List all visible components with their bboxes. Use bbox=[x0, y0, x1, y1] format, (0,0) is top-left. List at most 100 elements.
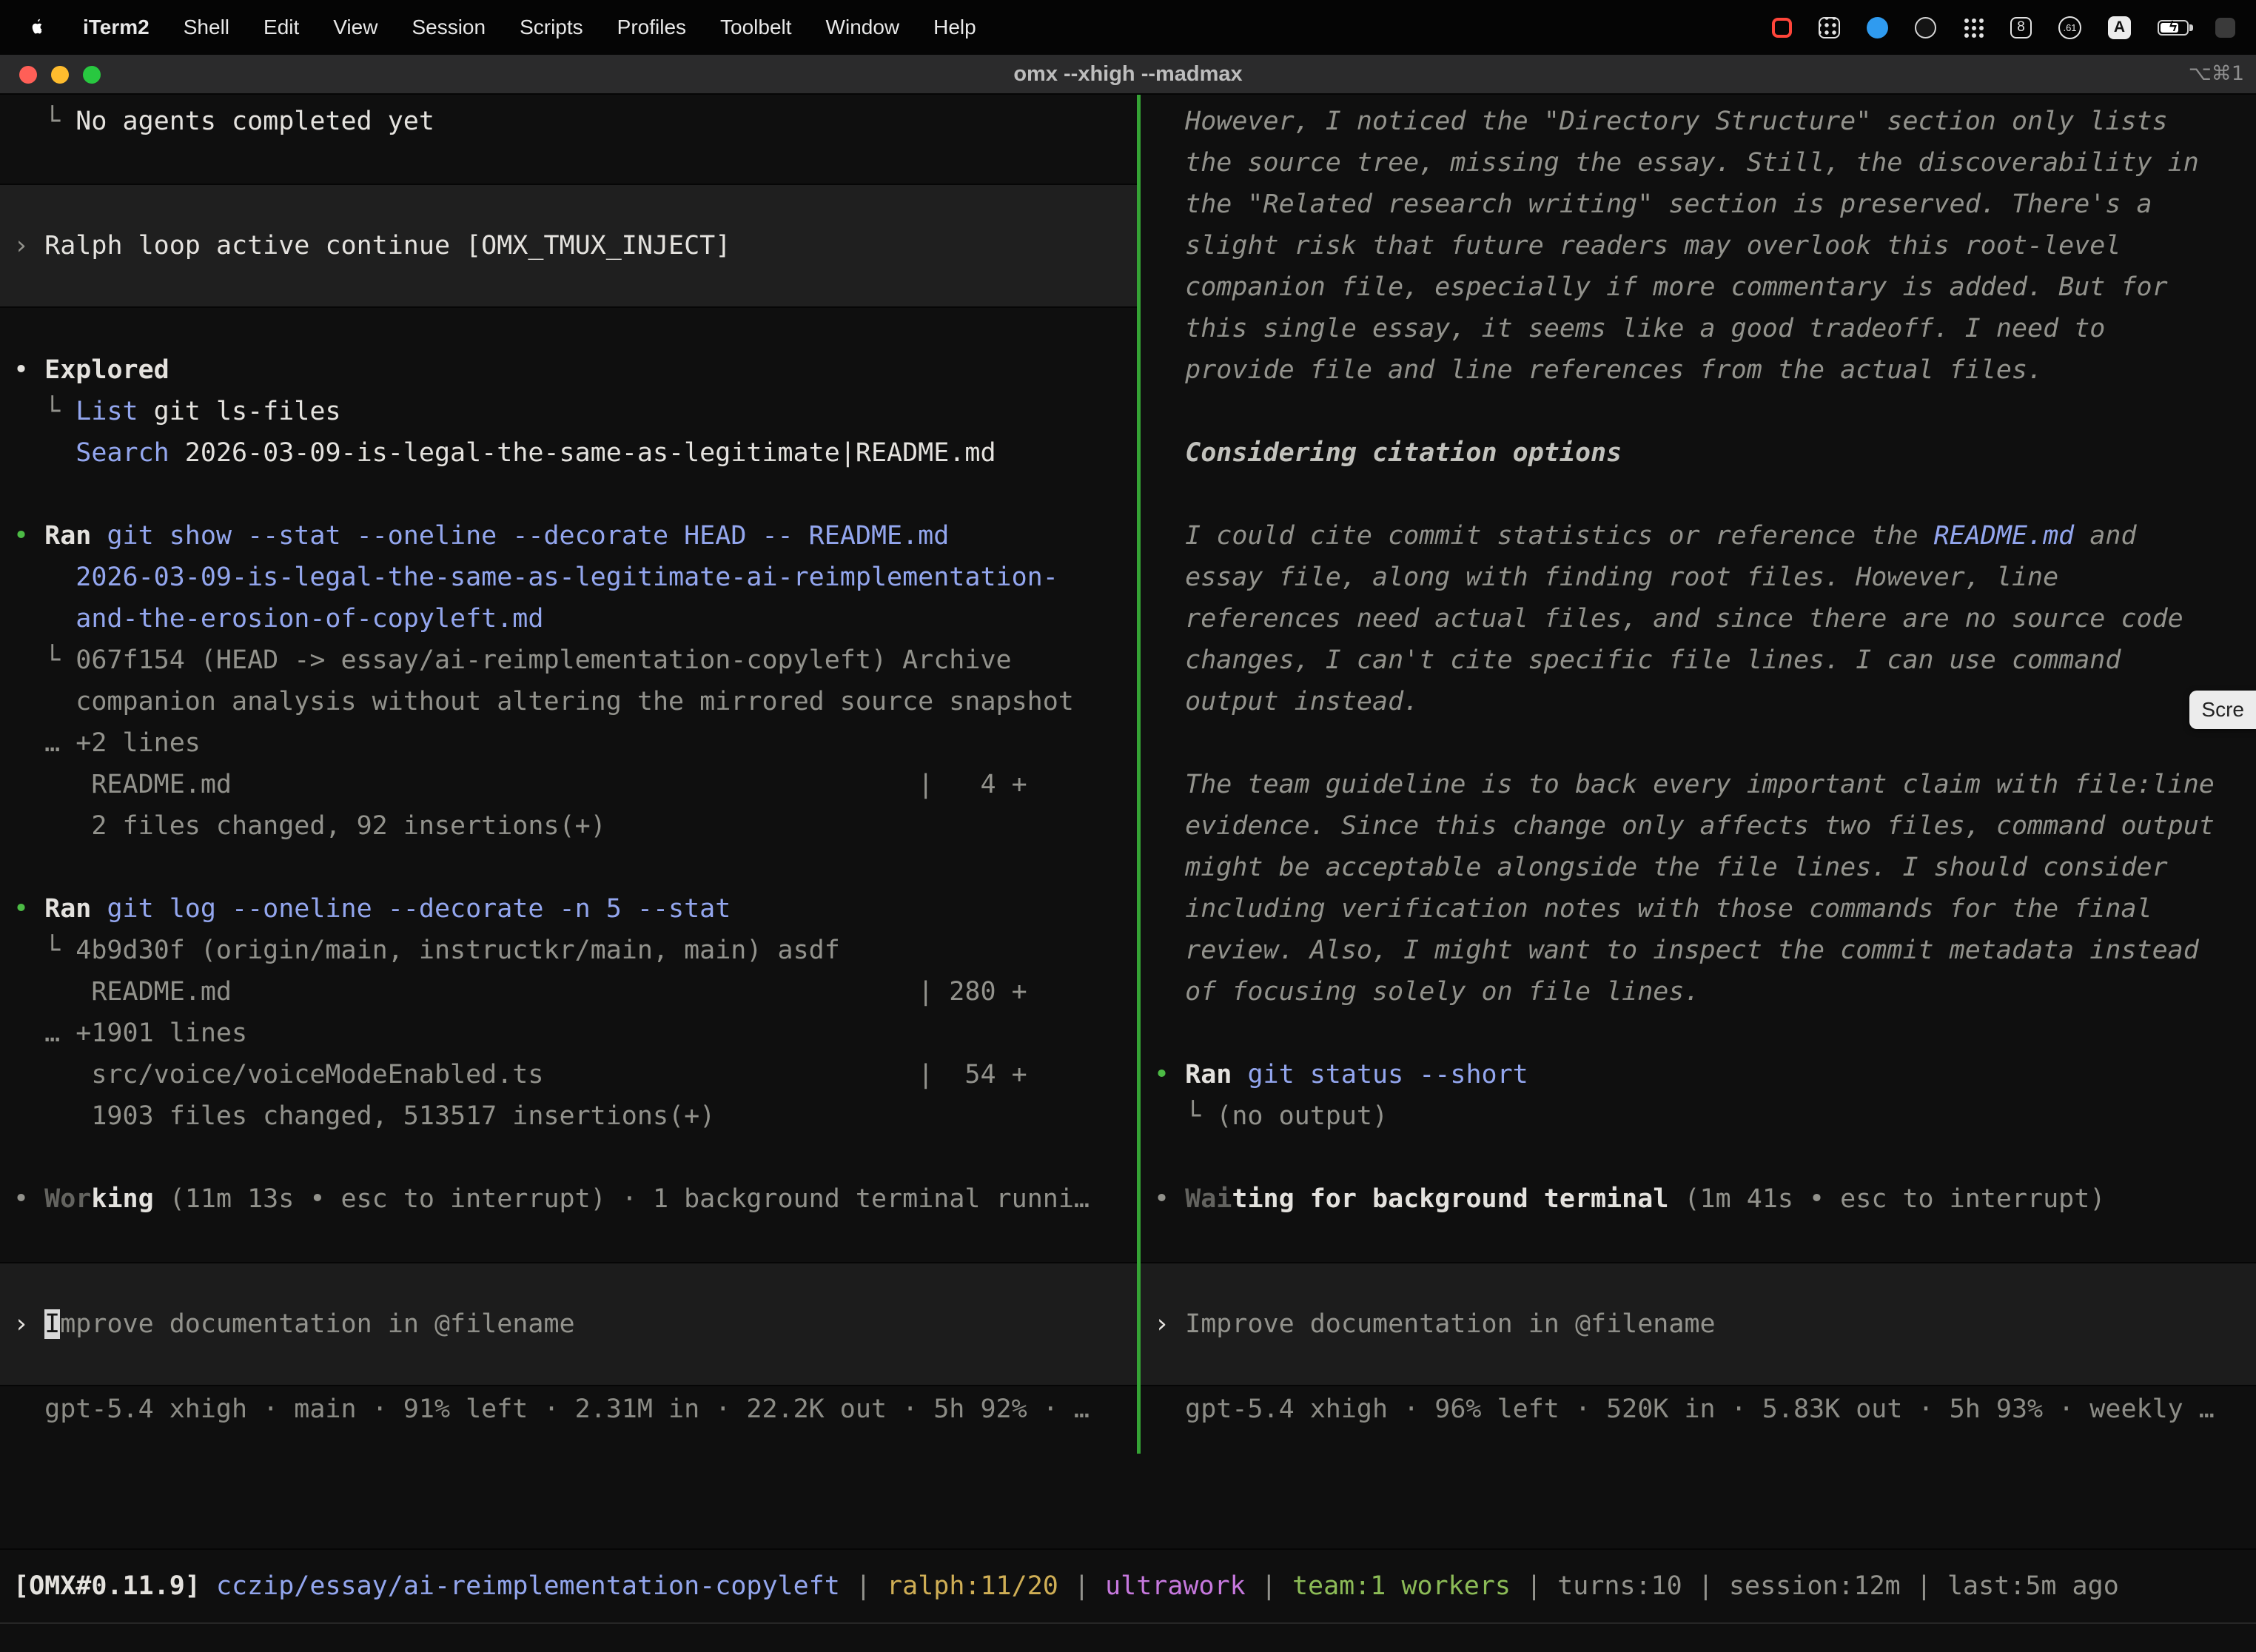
text-segment: Ralph loop active continue [OMX_TMUX_INJ… bbox=[44, 231, 731, 261]
text-segment: The team guideline is to back every impo… bbox=[1154, 770, 2215, 799]
text-segment: the source tree, missing the essay. Stil… bbox=[1154, 148, 2199, 178]
terminal-line: companion file, especially if more comme… bbox=[1141, 266, 2256, 308]
menu-item-shell[interactable]: Shell bbox=[184, 16, 229, 39]
terminal-line: 2 files changed, 92 insertions(+) bbox=[0, 805, 1137, 847]
text-segment: No agents completed yet bbox=[75, 107, 434, 136]
menu-item-profiles[interactable]: Profiles bbox=[617, 16, 686, 39]
text-segment: › bbox=[13, 1309, 44, 1339]
menu-extra-icon[interactable] bbox=[2215, 18, 2235, 38]
terminal-line: src/voice/voiceModeEnabled.ts | 54 + bbox=[0, 1054, 1137, 1095]
text-segment: of focusing solely on file lines. bbox=[1154, 977, 1700, 1007]
inject-banner-line: › Ralph loop active continue [OMX_TMUX_I… bbox=[0, 184, 1137, 308]
dark-app-icon[interactable] bbox=[1915, 17, 1936, 38]
terminal-line: this single essay, it seems like a good … bbox=[1141, 308, 2256, 349]
text-segment: cczip/essay/ai-reimplementation-copyleft bbox=[216, 1571, 840, 1601]
terminal-line: slight risk that future readers may over… bbox=[1141, 225, 2256, 266]
text-segment: and-the-erosion-of-copyleft.md bbox=[13, 604, 543, 634]
menu-item-window[interactable]: Window bbox=[826, 16, 900, 39]
text-segment: 2026-03-09-is-legal-the-same-as-legitima… bbox=[169, 438, 996, 468]
terminal-line: └ 4b9d30f (origin/main, instructkr/main,… bbox=[0, 930, 1137, 971]
terminal-line: └ (no output) bbox=[1141, 1095, 2256, 1137]
terminal-line: companion analysis without altering the … bbox=[0, 681, 1137, 722]
key-8-icon[interactable]: 8 bbox=[2010, 17, 2032, 38]
left-terminal-pane[interactable]: └ No agents completed yet › Ralph loop ac… bbox=[0, 95, 1137, 1454]
terminal-line: README.md | 280 + bbox=[0, 971, 1137, 1013]
left-input-box[interactable]: › Improve documentation in @filename bbox=[0, 1262, 1137, 1386]
blue-app-icon[interactable] bbox=[1867, 17, 1888, 38]
left-model-status: gpt-5.4 xhigh · main · 91% left · 2.31M … bbox=[0, 1389, 1090, 1430]
terminal-line: › Improve documentation in @filename bbox=[1141, 1303, 1716, 1345]
terminal-line: changes, I can't cite specific file line… bbox=[1141, 639, 2256, 681]
right-model-status: gpt-5.4 xhigh · 96% left · 520K in · 5.8… bbox=[1141, 1389, 2215, 1430]
text-segment bbox=[13, 438, 75, 468]
terminal-line: provide file and line references from th… bbox=[1141, 349, 2256, 391]
text-segment: session:12m bbox=[1729, 1571, 1901, 1601]
text-segment: Wai bbox=[1185, 1184, 1232, 1214]
terminal-line: └ 067f154 (HEAD -> essay/ai-reimplementa… bbox=[0, 639, 1137, 681]
menu-items: iTerm2 Shell Edit View Session Scripts Profil… bbox=[0, 16, 976, 39]
menu-item-scripts[interactable]: Scripts bbox=[520, 16, 583, 39]
terminal-line: Search 2026-03-09-is-legal-the-same-as-l… bbox=[0, 432, 1137, 474]
menu-item-help[interactable]: Help bbox=[933, 16, 976, 39]
terminal-line bbox=[1141, 391, 2256, 432]
terminal-line: └ List git ls-files bbox=[0, 391, 1137, 432]
text-segment: src/voice/voiceModeEnabled.ts | 54 + bbox=[13, 1060, 1027, 1089]
battery-icon[interactable]: ϟ bbox=[2158, 20, 2189, 36]
terminal-line bbox=[0, 847, 1137, 888]
text-segment: evidence. Since this change only affects… bbox=[1154, 811, 2215, 841]
text-segment: | bbox=[1058, 1571, 1105, 1601]
terminal-line: output instead. bbox=[1141, 681, 2256, 722]
menu-item-session[interactable]: Session bbox=[412, 16, 486, 39]
screen-overlay-tab[interactable]: Scre bbox=[2189, 691, 2256, 729]
input-source-icon[interactable]: A bbox=[2108, 16, 2131, 39]
terminal-line: I could cite commit statistics or refere… bbox=[1141, 515, 2256, 557]
window-grid-icon[interactable] bbox=[1819, 17, 1840, 38]
text-segment: provide file and line references from th… bbox=[1154, 355, 2043, 385]
menu-item-edit[interactable]: Edit bbox=[263, 16, 299, 39]
terminal-line: … +2 lines bbox=[0, 722, 1137, 764]
menu-item-iterm2[interactable]: iTerm2 bbox=[83, 16, 150, 39]
text-segment: › bbox=[1154, 1309, 1185, 1339]
text-segment: including verification notes with those … bbox=[1154, 894, 2152, 924]
right-pane-output: However, I noticed the "Directory Struct… bbox=[1141, 95, 2256, 1220]
text-segment: Ran bbox=[44, 521, 91, 551]
apps-grid-icon[interactable] bbox=[1963, 17, 1984, 38]
terminal-line: the source tree, missing the essay. Stil… bbox=[1141, 142, 2256, 184]
text-segment: ralph:11/20 bbox=[887, 1571, 1058, 1601]
text-segment: 2 files changed, 92 insertions(+) bbox=[13, 811, 606, 841]
text-segment: git ls-files bbox=[138, 397, 341, 426]
right-input-box[interactable]: › Improve documentation in @filename bbox=[1141, 1262, 2256, 1386]
text-segment: | bbox=[840, 1571, 887, 1601]
stop-recording-icon[interactable] bbox=[1772, 18, 1792, 38]
text-segment: git log --oneline --decorate -n 5 --stat bbox=[91, 894, 731, 924]
terminal-line bbox=[1141, 1137, 2256, 1178]
text-segment: └ bbox=[13, 397, 75, 426]
text-segment: • bbox=[1154, 1060, 1185, 1089]
menu-item-view[interactable]: View bbox=[333, 16, 377, 39]
text-segment: README.md bbox=[1934, 521, 2075, 551]
apple-menu-icon[interactable] bbox=[27, 16, 49, 38]
terminal-line: and-the-erosion-of-copyleft.md bbox=[0, 598, 1137, 639]
menu-item-toolbelt[interactable]: Toolbelt bbox=[720, 16, 792, 39]
terminal-line: essay file, along with finding root file… bbox=[1141, 557, 2256, 598]
right-terminal-pane[interactable]: However, I noticed the "Directory Struct… bbox=[1141, 95, 2256, 1454]
text-segment: … +2 lines bbox=[13, 728, 201, 758]
text-segment: • bbox=[13, 355, 44, 385]
text-segment: mprove documentation in @filename bbox=[60, 1309, 574, 1339]
text-segment: › bbox=[13, 231, 44, 261]
right-input-line[interactable]: › Improve documentation in @filename bbox=[1141, 1303, 1716, 1345]
text-segment bbox=[201, 1571, 216, 1601]
terminal-line bbox=[0, 308, 1137, 349]
terminal-line: might be acceptable alongside the file l… bbox=[1141, 847, 2256, 888]
text-segment: List bbox=[75, 397, 138, 426]
gauge-icon[interactable]: .61 bbox=[2058, 16, 2081, 39]
text-segment: └ 4b9d30f (origin/main, instructkr/main,… bbox=[13, 936, 840, 965]
menu-items-group: Shell Edit View Session Scripts Profiles Toolb… bbox=[184, 16, 976, 39]
macos-menu-bar: iTerm2 Shell Edit View Session Scripts Profil… bbox=[0, 0, 2256, 55]
text-segment: king bbox=[91, 1184, 153, 1214]
terminal-line: … +1901 lines bbox=[0, 1013, 1137, 1054]
text-segment: Ran bbox=[44, 894, 91, 924]
left-input-line[interactable]: › Improve documentation in @filename bbox=[0, 1303, 575, 1345]
menu-status-icons: 8 .61 Aϟ bbox=[1772, 16, 2256, 39]
terminal-line: • Ran git log --oneline --decorate -n 5 … bbox=[0, 888, 1137, 930]
